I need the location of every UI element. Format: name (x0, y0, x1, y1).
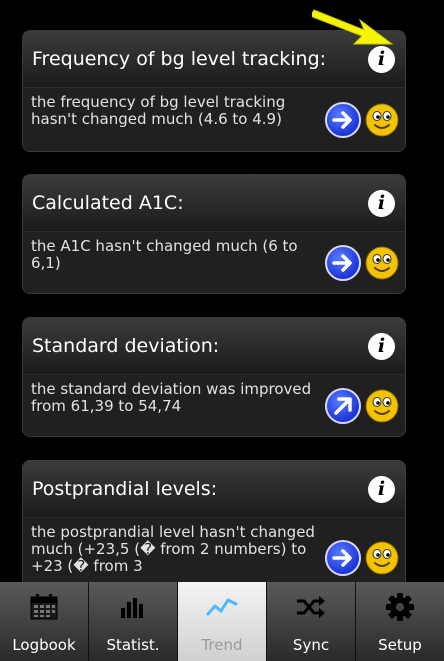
card-title: Standard deviation: (32, 335, 220, 357)
trend-line-icon (205, 592, 239, 622)
info-icon[interactable]: i (368, 475, 395, 503)
tab-logbook[interactable]: Logbook (0, 582, 89, 661)
card-body: the frequency of bg level tracking hasn'… (23, 88, 405, 151)
tab-label: Statist. (106, 636, 160, 654)
calendar-icon (27, 592, 61, 622)
tab-label: Sync (292, 636, 330, 654)
card-title: Calculated A1C: (32, 192, 184, 214)
card-header: Standard deviation: i (23, 318, 405, 375)
card-text: the standard deviation was improved from… (31, 380, 312, 415)
tab-trend[interactable]: Trend (178, 582, 267, 661)
card-body: the A1C hasn't changed much (6 to 6,1) (23, 232, 405, 293)
info-icon[interactable]: i (368, 189, 395, 217)
shuffle-icon (294, 592, 328, 622)
info-icon[interactable]: i (368, 332, 395, 360)
right-arrow-icon (325, 102, 361, 138)
tab-sync[interactable]: Sync (267, 582, 356, 661)
pointer-arrow-icon (312, 9, 394, 45)
card-body: the standard deviation was improved from… (23, 375, 405, 436)
trend-screen: Frequency of bg level tracking: i the fr… (0, 0, 444, 661)
card-text: the A1C hasn't changed much (6 to 6,1) (31, 237, 298, 272)
card-header: Postprandial levels: i (23, 461, 405, 518)
gear-icon (383, 592, 417, 622)
card-postprandial-levels: Postprandial levels: i the postprandial … (22, 460, 406, 600)
up-right-arrow-icon (325, 388, 361, 424)
smiley-icon (365, 103, 399, 137)
card-header: Calculated A1C: i (23, 175, 405, 232)
tab-bar: Logbook Statist. Trend Sync Setup (0, 582, 444, 661)
tab-label: Trend (201, 636, 243, 654)
smiley-icon (365, 541, 399, 575)
bar-chart-icon (116, 592, 150, 622)
smiley-icon (365, 246, 399, 280)
card-title: Frequency of bg level tracking: (32, 48, 327, 70)
right-arrow-icon (325, 245, 361, 281)
card-text: the frequency of bg level tracking hasn'… (31, 93, 286, 128)
tab-statist[interactable]: Statist. (89, 582, 178, 661)
right-arrow-icon (325, 540, 361, 576)
smiley-icon (365, 389, 399, 423)
card-standard-deviation: Standard deviation: i the standard devia… (22, 317, 406, 437)
card-text: the postprandial level hasn't changed mu… (31, 523, 315, 575)
tab-setup[interactable]: Setup (356, 582, 444, 661)
tab-label: Setup (378, 636, 422, 654)
card-title: Postprandial levels: (32, 478, 218, 500)
card-calculated-a1c: Calculated A1C: i the A1C hasn't changed… (22, 174, 406, 294)
tab-label: Logbook (12, 636, 76, 654)
